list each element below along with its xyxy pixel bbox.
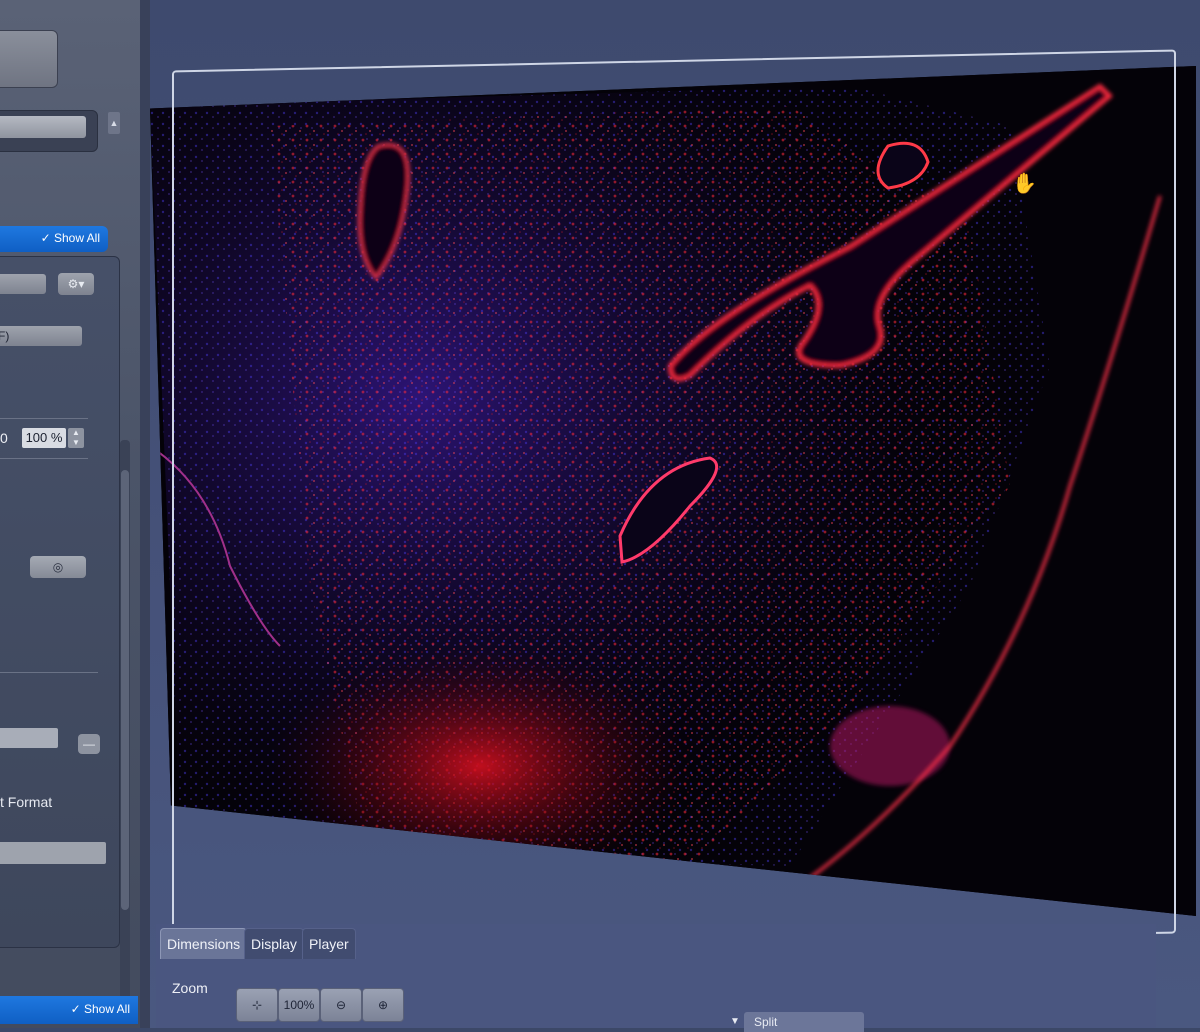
zoom-percent-field[interactable]: 100 % <box>22 428 66 448</box>
divider <box>0 672 98 673</box>
split-button[interactable]: Split <box>744 1012 864 1032</box>
image-frame <box>172 49 1176 955</box>
zoom-in-icon[interactable]: ⊕ <box>362 988 404 1022</box>
format-field[interactable] <box>0 842 106 864</box>
tab-dimensions[interactable]: Dimensions <box>160 928 248 959</box>
format-label: t Format <box>0 794 53 810</box>
target-icon[interactable]: ◎ <box>30 556 86 578</box>
show-all-label: ✓ Show All <box>40 231 100 245</box>
top-dropdown[interactable] <box>0 116 86 138</box>
scroll-up-icon[interactable]: ▲ <box>108 112 120 134</box>
divider <box>0 418 88 419</box>
tab-player[interactable]: Player <box>302 928 356 959</box>
minus-icon[interactable]: — <box>78 734 100 754</box>
divider <box>0 458 88 459</box>
format-select[interactable]: F) <box>0 326 82 346</box>
name-field[interactable] <box>0 728 58 748</box>
zoom-stepper[interactable]: ▲ ▼ <box>68 428 84 448</box>
scrollbar-thumb[interactable] <box>121 470 129 910</box>
gear-icon[interactable]: ⚙▾ <box>58 273 94 295</box>
tab-display[interactable]: Display <box>244 928 304 959</box>
zoom-label: Zoom <box>172 980 208 996</box>
value-label: 0 <box>0 430 8 446</box>
chevron-down-icon[interactable]: ▼ <box>730 1016 740 1027</box>
panel-splitter[interactable] <box>140 0 150 1028</box>
top-button[interactable] <box>0 30 58 88</box>
show-all-label: ✓ Show All <box>70 1002 130 1016</box>
show-all-toggle[interactable]: ✓ Show All <box>0 226 108 252</box>
show-all-toggle-bottom[interactable]: ✓ Show All <box>0 996 138 1024</box>
channel-select[interactable] <box>0 274 46 294</box>
zoom-100-button[interactable]: 100% <box>278 988 320 1022</box>
zoom-out-icon[interactable]: ⊖ <box>320 988 362 1022</box>
fit-icon[interactable]: ⊹ <box>236 988 278 1022</box>
